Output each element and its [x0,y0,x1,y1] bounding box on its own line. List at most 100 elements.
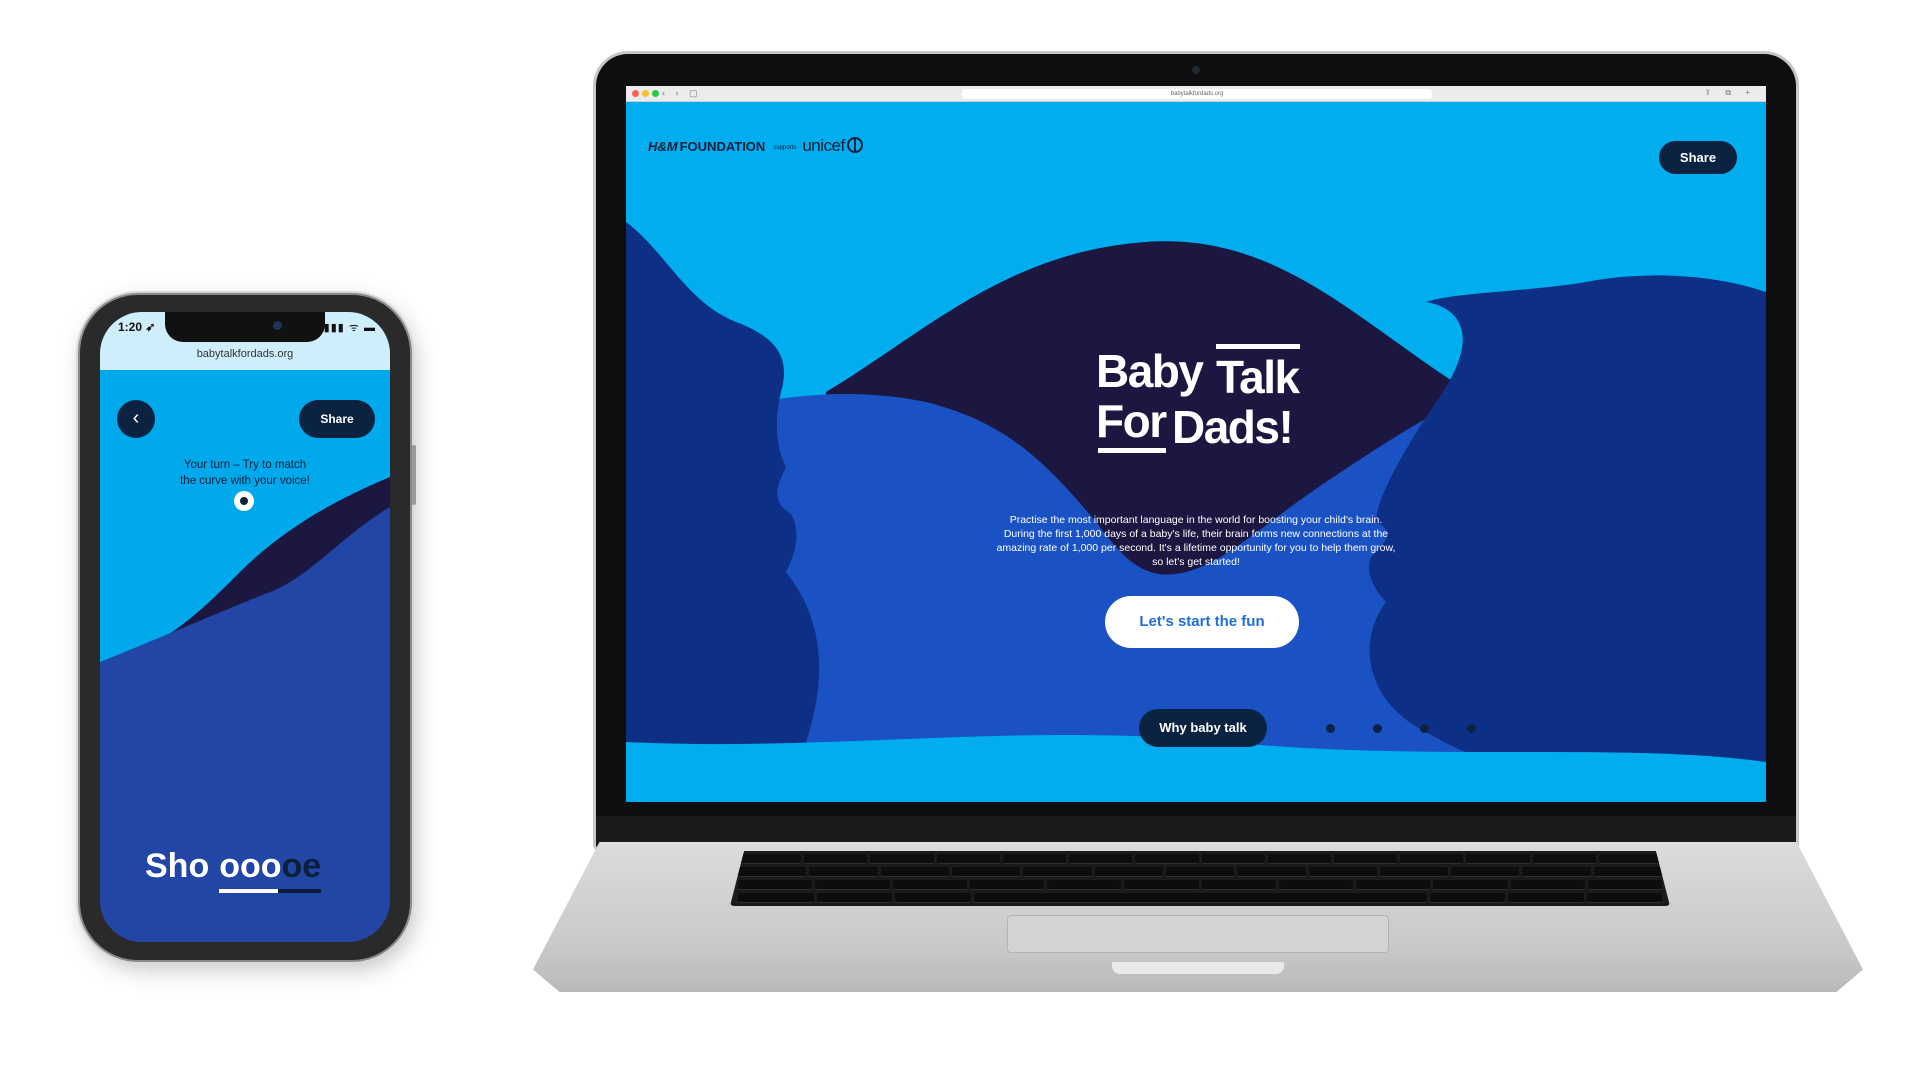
key [895,893,971,903]
key [1466,854,1530,864]
key [738,854,802,864]
instruction-line-2: the curve with your voice! [180,475,310,487]
key [1586,893,1662,903]
key [1094,867,1163,877]
key-row-4 [738,893,1662,903]
sound-progress-fill [219,889,279,893]
key [1308,867,1377,877]
key [1201,880,1276,890]
browser-toolbar: ‹ › ▢ babytalkfordads.org ⇪ ⧉ + [626,86,1766,102]
unicef-logo: unicef [802,136,845,155]
logo-word-dads: Dads! [1172,401,1294,453]
key [1508,893,1584,903]
signal-wifi-battery-icon: ▮▮▮ ᯤ ▬ [323,322,376,334]
maximize-window-icon[interactable] [652,90,659,97]
smartphone-device: 1:20 ➶ ▮▮▮ ᯤ ▬ babytalkfordads.org ‹ Sha… [80,295,416,960]
word-sound-remaining: oe [281,847,322,885]
phone-side-button [412,445,416,505]
logo-bar-bottom [1098,448,1166,453]
key [816,893,892,903]
browser-actions-icons[interactable]: ⇪ ⧉ + [1704,88,1756,98]
site-share-button[interactable]: Share [1659,141,1737,174]
key [1047,880,1122,890]
exercise-instruction: Your turn – Try to match the curve with … [130,457,360,489]
key [1023,867,1092,877]
baby-talk-for-dads-logo: Baby Talk For Dads! [1096,344,1306,454]
chevron-left-icon: ‹ [132,407,140,429]
key [1433,880,1508,890]
status-time: 1:20 ➶ [118,320,156,334]
key [738,867,807,877]
front-camera [273,321,282,330]
key [1522,867,1591,877]
key [951,867,1021,877]
minimize-window-icon[interactable] [642,90,649,97]
pager-dot-4[interactable] [1467,724,1476,733]
key [892,880,967,890]
pager-dot-2[interactable] [1373,724,1382,733]
phone-address-bar[interactable]: babytalkfordads.org [100,348,390,360]
key [738,893,814,903]
key [1451,867,1520,877]
space-key [973,893,1427,903]
practice-word: Sho ooooe [145,847,322,893]
phone-notch [165,312,325,342]
key-row-3 [738,880,1662,890]
browser-nav-icons[interactable]: ‹ › ▢ [662,88,702,99]
laptop-front-notch [1112,962,1284,974]
key [1379,867,1449,877]
unicef-globe-icon [846,137,863,153]
laptop-camera [1192,66,1200,74]
pager-dot-3[interactable] [1420,724,1429,733]
key [1429,893,1505,903]
key [1333,854,1398,864]
key [1598,854,1663,864]
key [1135,854,1199,864]
key [1267,854,1331,864]
browser-address-bar[interactable]: babytalkfordads.org [962,89,1432,99]
key [880,867,949,877]
key-row-1 [738,854,1663,864]
key [738,880,813,890]
laptop-trackpad [1007,915,1389,953]
word-sound: ooooe [219,847,322,893]
hm-logo: H&M [648,139,678,154]
back-button[interactable]: ‹ [117,400,155,438]
phone-share-button[interactable]: Share [299,400,375,438]
key [1278,880,1353,890]
laptop-keyboard [730,851,1670,906]
logo-bar-top [1216,344,1300,349]
key [1532,854,1596,864]
key [804,854,868,864]
key [809,867,878,877]
key [815,880,890,890]
key [1510,880,1585,890]
why-baby-talk-button[interactable]: Why baby talk [1139,709,1267,747]
intro-paragraph: Practise the most important language in … [996,514,1396,568]
key [1356,880,1431,890]
phone-screen: 1:20 ➶ ▮▮▮ ᯤ ▬ babytalkfordads.org ‹ Sha… [100,312,390,942]
word-prefix: Sho [145,847,210,885]
supports-label: supports [773,144,797,151]
logo-word-baby: Baby [1096,345,1204,397]
key [1165,867,1235,877]
key-row-2 [738,867,1663,877]
word-sound-matched: ooo [219,847,282,885]
key [870,854,934,864]
key [1593,867,1663,877]
key [1400,854,1464,864]
key [1002,854,1067,864]
key [969,880,1044,890]
laptop-lid: ‹ › ▢ babytalkfordads.org ⇪ ⧉ + H&M FOUND… [596,54,1796,850]
key [1587,880,1662,890]
laptop-screen: ‹ › ▢ babytalkfordads.org ⇪ ⧉ + H&M FOUND… [626,86,1766,802]
instruction-line-1: Your turn – Try to match [183,459,307,471]
start-button[interactable]: Let's start the fun [1105,596,1299,648]
key [1069,854,1133,864]
foundation-logo-text: FOUNDATION [679,139,766,154]
close-window-icon[interactable] [632,90,639,97]
partner-logos: H&M FOUNDATION supports unicef [648,136,863,156]
pager-dot-1[interactable] [1326,724,1335,733]
logo-word-talk: Talk [1216,351,1300,403]
key [1237,867,1306,877]
